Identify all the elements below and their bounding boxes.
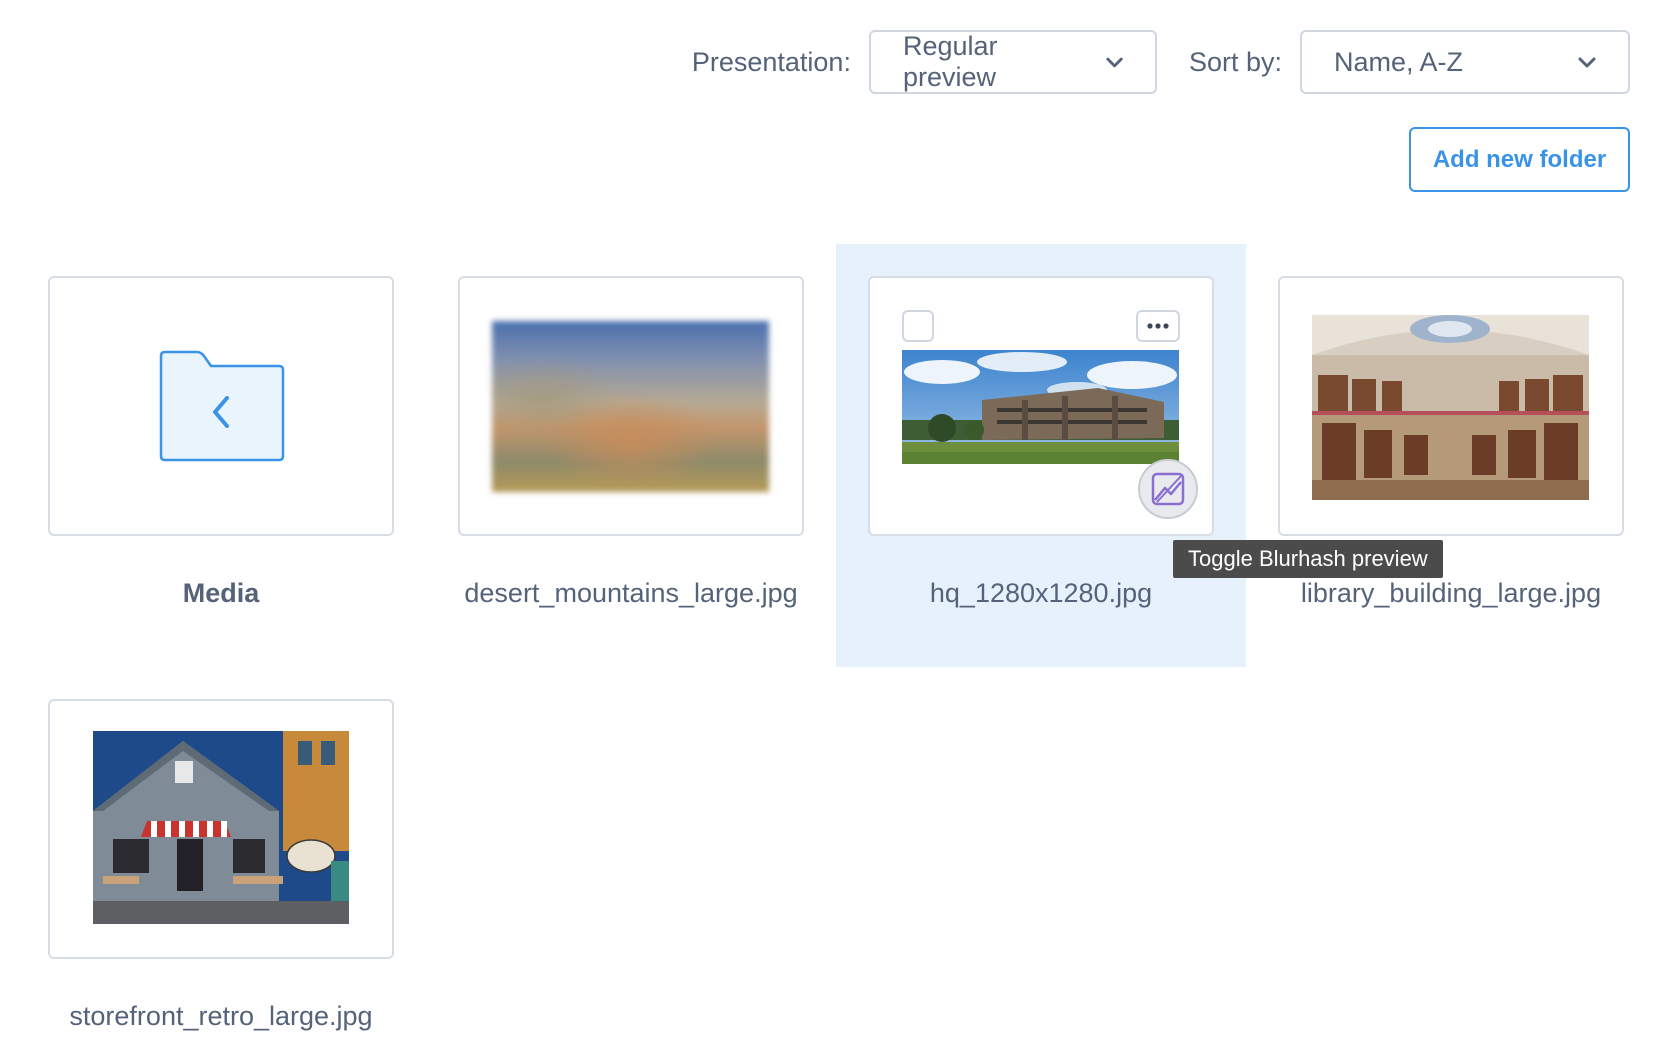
item-label: hq_1280x1280.jpg [929,578,1153,608]
image-card-library[interactable] [1278,276,1624,536]
storefront-photo [93,731,349,924]
chevron-down-icon [1578,57,1596,68]
tooltip: Toggle Blurhash preview [1173,540,1443,578]
chevron-down-icon [1106,57,1123,68]
presentation-select-value: Regular preview [902,31,998,92]
toolbar: Presentation: Regular preview Sort by: N… [692,30,1630,94]
building-photo [902,350,1179,464]
sort-select-value: Name, A-Z [1334,46,1464,77]
sort-label: Sort by: [1188,46,1282,77]
sort-select[interactable]: Name, A-Z [1300,30,1630,94]
image-card-desert[interactable] [458,276,804,536]
toggle-blurhash-button[interactable] [1138,459,1198,519]
select-checkbox[interactable] [902,310,934,342]
add-new-folder-button[interactable]: Add new folder [1409,127,1630,192]
presentation-label: Presentation: [691,46,851,77]
blurhash-preview-image [492,321,769,492]
folder-card-media[interactable] [48,276,394,536]
library-photo [1312,315,1589,500]
item-label: Media [182,578,260,608]
image-toggle-icon [1151,472,1185,506]
more-dots-icon [1147,323,1169,329]
item-label: storefront_retro_large.jpg [69,1001,373,1031]
image-card-storefront[interactable] [48,699,394,959]
item-label: library_building_large.jpg [1300,578,1602,608]
image-card-hq[interactable] [868,276,1214,536]
more-options-button[interactable] [1136,310,1180,342]
presentation-select[interactable]: Regular preview [868,30,1157,94]
item-label: desert_mountains_large.jpg [464,578,798,608]
folder-back-icon [159,350,285,462]
